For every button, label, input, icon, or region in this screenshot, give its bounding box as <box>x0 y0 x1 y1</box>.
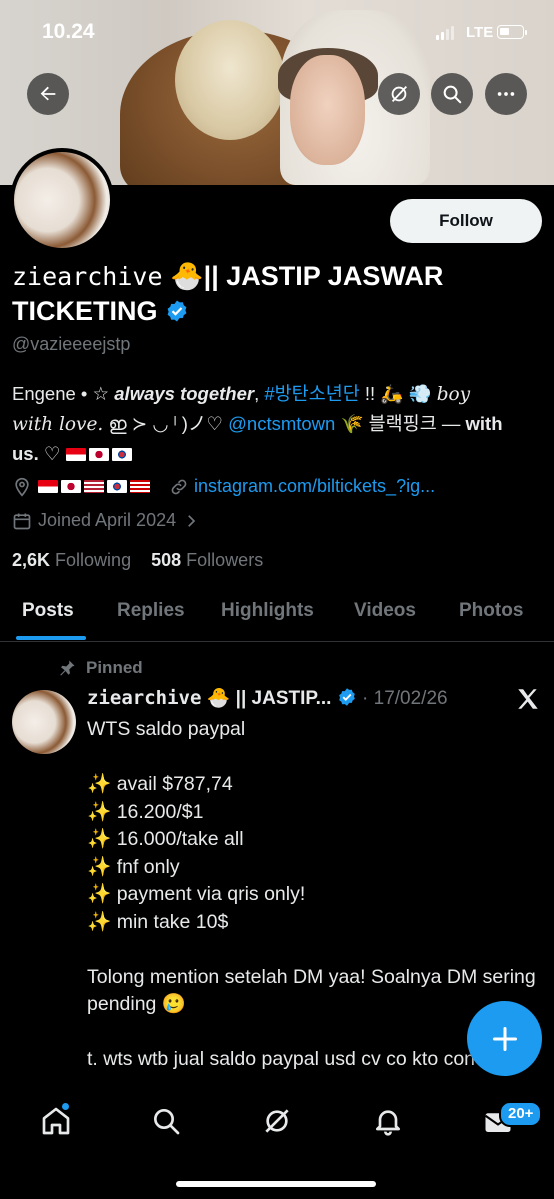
bio-text: , <box>254 383 265 404</box>
location-pin-icon <box>15 477 29 497</box>
profile-handle: @vazieeeejstp <box>12 334 131 354</box>
status-bar: 10.24 LTE <box>0 0 554 66</box>
signal-icon <box>436 26 454 40</box>
search-icon <box>443 85 462 104</box>
compose-button[interactable] <box>467 1001 542 1076</box>
flag-japan-icon <box>61 480 81 493</box>
author-name-part1: ziearchive <box>87 687 202 709</box>
arrow-left-icon <box>40 86 56 101</box>
status-time: 10.24 <box>42 20 95 43</box>
followers-link[interactable]: 508 Followers <box>151 550 263 570</box>
location-flags <box>38 476 153 497</box>
tab-videos[interactable]: Videos <box>354 600 416 622</box>
more-icon <box>497 92 515 96</box>
bio-text: ഇ ≻ ◡ ˡ )ノ♡ <box>103 413 229 434</box>
bio-text: ♡ <box>38 443 66 464</box>
display-name-emoji: 🐣 <box>170 261 204 291</box>
bio-text: Engene • ☆ <box>12 383 115 404</box>
tweet-header: ziearchive 🐣 || JASTIP... · 17/02/26 <box>87 686 507 710</box>
search-button[interactable] <box>431 73 473 115</box>
tweet-text: WTS saldo paypal ✨ avail $787,74 ✨ 16.20… <box>87 718 536 1070</box>
bottom-navigation: 20+ <box>0 1085 554 1199</box>
flag-japan-icon <box>88 448 109 461</box>
bio-text-bold: with <box>465 413 503 434</box>
more-button[interactable] <box>485 73 527 115</box>
joined-date-row[interactable]: Joined April 2024 <box>12 510 200 531</box>
author-name-emoji: 🐣 <box>206 688 231 709</box>
flag-usa-icon <box>84 480 104 493</box>
tab-photos[interactable]: Photos <box>459 600 523 622</box>
profile-bio: Engene • ☆ always together, #방탄소년단 !! 🛵 … <box>12 379 544 468</box>
active-tab-indicator <box>16 636 86 640</box>
profile-display-name: ziearchive 🐣|| JASTIP JASWAR TICKETING <box>12 259 542 329</box>
grok-icon <box>391 86 408 102</box>
grok-icon[interactable] <box>261 1105 293 1137</box>
pinned-label-row: Pinned <box>58 658 143 678</box>
following-link[interactable]: 2,6K Following <box>12 550 131 570</box>
bio-text: 🌾 블랙핑크 — <box>335 413 466 434</box>
grok-button[interactable] <box>378 73 420 115</box>
bell-icon[interactable] <box>372 1105 404 1137</box>
profile-avatar[interactable] <box>10 148 114 252</box>
plus-icon <box>492 1026 517 1051</box>
chevron-right-icon <box>188 514 196 527</box>
tweet-author-avatar[interactable] <box>12 690 76 754</box>
profile-meta-location-website: instagram.com/biltickets_?ig... <box>12 476 435 497</box>
bio-text-serif: with love. <box>12 414 104 435</box>
tab-posts[interactable]: Posts <box>22 600 74 622</box>
flag-indonesia-icon <box>65 448 86 461</box>
pin-icon <box>60 660 75 676</box>
verified-badge-icon <box>338 688 355 706</box>
follow-counts: 2,6K Following 508 Followers <box>12 550 263 571</box>
bio-text-italic: always together <box>114 383 255 404</box>
author-name-part2: || JASTIP... <box>235 688 332 709</box>
back-button[interactable] <box>27 73 69 115</box>
display-name-part1: ziearchive <box>12 262 163 291</box>
bio-mention-link[interactable]: @nctsmtown <box>228 413 335 434</box>
bio-text-serif: boy <box>436 384 471 405</box>
tweet-date[interactable]: 17/02/26 <box>374 688 448 709</box>
home-icon[interactable] <box>40 1105 72 1137</box>
flag-korea-icon <box>107 480 127 493</box>
followers-count: 508 <box>151 550 182 570</box>
calendar-icon <box>13 513 31 529</box>
profile-tabs: Posts Replies Highlights Videos Photos <box>0 588 554 642</box>
link-icon <box>171 479 187 494</box>
search-icon[interactable] <box>150 1105 182 1137</box>
tweet-separator: · <box>362 688 369 709</box>
following-label: Following <box>55 550 132 570</box>
flag-indonesia-icon <box>38 480 58 493</box>
bio-text-bold: us. <box>12 443 39 464</box>
followers-label: Followers <box>186 550 264 570</box>
bio-text: !! 🛵 💨 <box>359 383 437 404</box>
tab-replies[interactable]: Replies <box>117 600 185 622</box>
tab-highlights[interactable]: Highlights <box>221 600 314 622</box>
pinned-label: Pinned <box>86 658 143 677</box>
follow-button[interactable]: Follow <box>390 199 542 243</box>
messages-badge: 20+ <box>499 1101 543 1127</box>
home-indicator <box>176 1181 376 1187</box>
following-count: 2,6K <box>12 550 51 570</box>
banner-face <box>290 55 365 165</box>
bio-hashtag-link[interactable]: #방탄소년단 <box>264 383 359 404</box>
tweet-author-name[interactable]: ziearchive 🐣 || JASTIP... <box>87 687 332 709</box>
flag-malaysia-icon <box>130 480 150 493</box>
x-logo-icon <box>518 689 538 709</box>
bio-flags <box>65 443 135 464</box>
verified-badge-icon[interactable] <box>165 299 189 323</box>
joined-date: Joined April 2024 <box>38 510 177 530</box>
battery-icon <box>497 25 527 39</box>
home-notification-dot <box>62 1103 69 1110</box>
website-link[interactable]: instagram.com/biltickets_?ig... <box>194 476 435 497</box>
network-label: LTE <box>466 24 494 41</box>
flag-korea-icon <box>111 448 132 461</box>
